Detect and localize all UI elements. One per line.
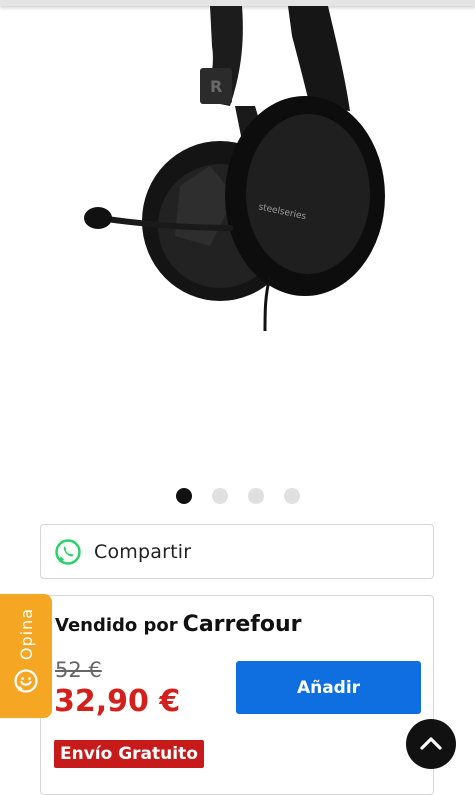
sold-by: Vendido por Carrefour bbox=[55, 612, 301, 637]
carousel-dot-3[interactable] bbox=[247, 488, 264, 504]
share-label: Compartir bbox=[94, 540, 192, 563]
share-button[interactable]: Compartir bbox=[40, 524, 434, 579]
feedback-tab[interactable]: Opina bbox=[0, 594, 52, 718]
add-to-cart-button[interactable]: Añadir bbox=[236, 661, 421, 714]
current-price: 32,90 € bbox=[54, 684, 181, 719]
whatsapp-icon bbox=[55, 538, 81, 565]
carousel-dot-1[interactable] bbox=[175, 488, 192, 504]
carousel-dot-2[interactable] bbox=[211, 488, 228, 504]
carousel-dot-4[interactable] bbox=[283, 488, 300, 504]
headset-image[interactable]: R steelseries bbox=[60, 6, 400, 336]
old-price: 52 € bbox=[55, 658, 102, 682]
chevron-up-icon bbox=[420, 737, 442, 750]
feedback-label: Opina bbox=[16, 608, 36, 661]
seller-name[interactable]: Carrefour bbox=[183, 612, 302, 637]
scroll-to-top-button[interactable] bbox=[406, 719, 456, 769]
sold-by-label: Vendido por bbox=[55, 615, 178, 636]
free-shipping-badge: Envío Gratuito bbox=[54, 740, 204, 768]
channel-letter: R bbox=[210, 77, 222, 96]
carousel-dots bbox=[0, 488, 475, 504]
chat-icon bbox=[14, 669, 38, 693]
seller-card: Vendido por Carrefour 52 € 32,90 € Añadir… bbox=[40, 595, 434, 795]
